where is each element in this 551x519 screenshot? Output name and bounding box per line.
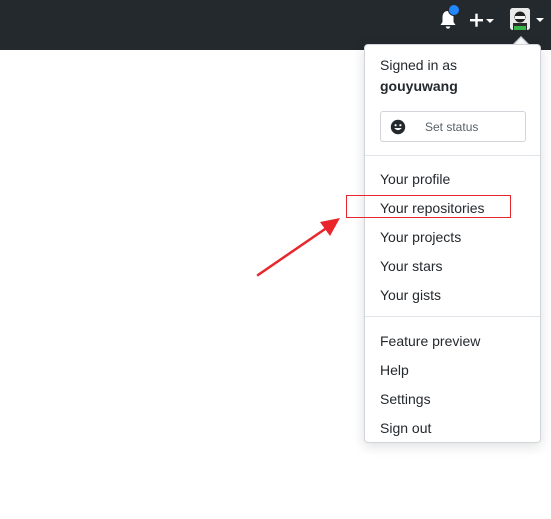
menu-item-help[interactable]: Help — [380, 360, 409, 380]
signed-in-label: Signed in as — [380, 57, 458, 73]
set-status-label: Set status — [425, 120, 479, 134]
user-dropdown-menu: Signed in as gouyuwang Set status Your p… — [364, 44, 541, 443]
notification-indicator — [448, 4, 460, 16]
user-menu-button[interactable] — [510, 8, 546, 32]
top-header-bar — [0, 0, 551, 50]
smiley-icon — [390, 119, 406, 135]
menu-item-settings[interactable]: Settings — [380, 389, 431, 409]
menu-divider — [365, 316, 540, 317]
annotation-highlight-box — [346, 195, 511, 218]
chevron-down-icon — [536, 18, 544, 22]
menu-item-feature-preview[interactable]: Feature preview — [380, 331, 480, 351]
menu-item-sign-out[interactable]: Sign out — [380, 418, 431, 438]
menu-item-your-gists[interactable]: Your gists — [380, 285, 441, 305]
new-dropdown-button[interactable] — [469, 9, 497, 31]
menu-item-your-projects[interactable]: Your projects — [380, 227, 461, 247]
set-status-button[interactable]: Set status — [380, 111, 526, 142]
plus-icon — [470, 13, 494, 27]
menu-divider — [365, 155, 540, 156]
username[interactable]: gouyuwang — [380, 76, 458, 97]
annotation-arrow-icon — [256, 218, 340, 277]
user-avatar-icon — [510, 8, 530, 30]
menu-item-your-stars[interactable]: Your stars — [380, 256, 443, 276]
menu-item-your-profile[interactable]: Your profile — [380, 169, 450, 189]
